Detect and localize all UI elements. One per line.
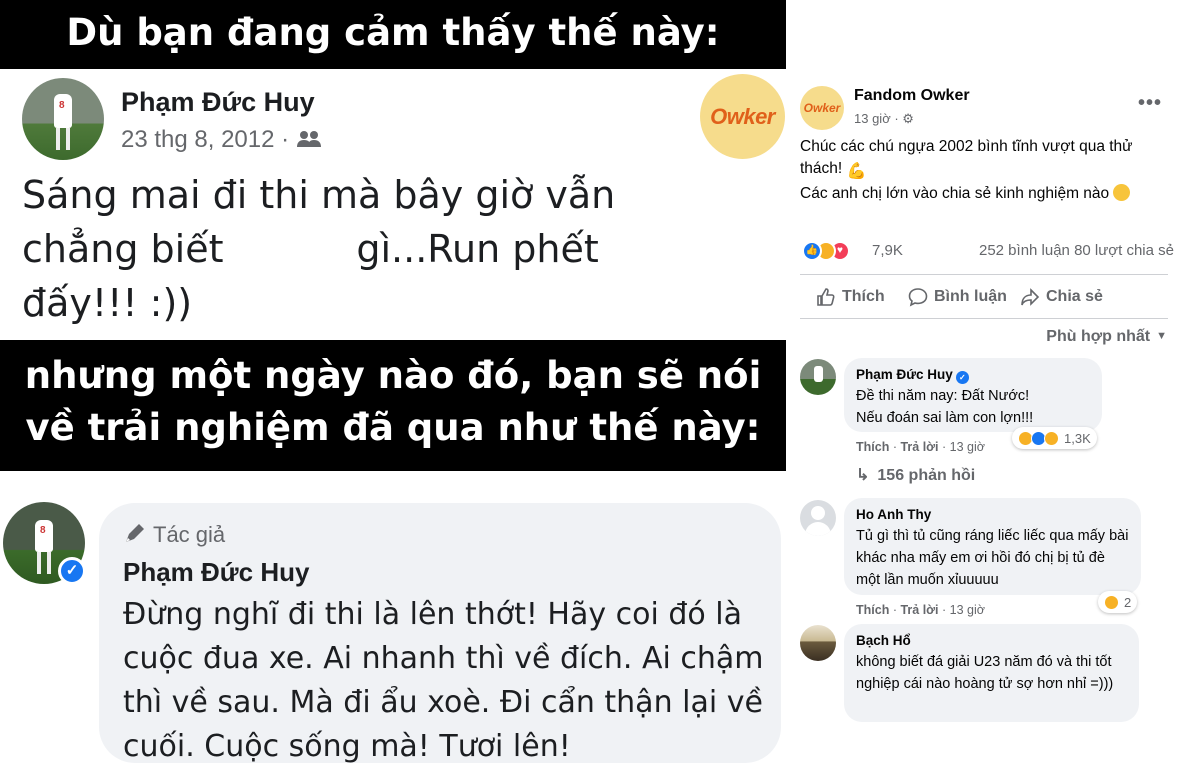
reply-author-name[interactable]: Phạm Đức Huy bbox=[123, 557, 309, 588]
flexed-biceps-emoji-icon: 💪 bbox=[846, 163, 867, 180]
gear-icon: ⚙ bbox=[902, 111, 914, 126]
like-button[interactable]: Thích bbox=[816, 287, 885, 307]
middle-banner: nhưng một ngày nào đó, bạn sẽ nói về trả… bbox=[0, 340, 786, 471]
comment-reply-link[interactable]: Trả lời bbox=[900, 603, 938, 617]
sad-reaction-icon bbox=[1044, 430, 1059, 446]
verified-badge-icon: ✓ bbox=[58, 557, 86, 585]
post-text: Chúc các chú ngựa 2002 bình tĩnh vượt qu… bbox=[800, 138, 1133, 202]
thumbs-up-icon bbox=[817, 288, 835, 306]
author-reply-section: 8 ✓ Tác giả Phạm Đức Huy Đừng nghĩ đi th… bbox=[0, 471, 786, 767]
comment-meta: Thích · Trả lời · 13 giờ bbox=[856, 603, 985, 617]
comment-like-link[interactable]: Thích bbox=[856, 440, 889, 454]
avatar[interactable] bbox=[800, 625, 836, 661]
like-reaction-icon: 👍 bbox=[802, 241, 822, 261]
reaction-count[interactable]: 7,9K bbox=[872, 242, 903, 259]
page-avatar[interactable]: Owker bbox=[800, 86, 844, 130]
avatar[interactable] bbox=[800, 500, 836, 536]
comment-author[interactable]: Bạch Hổ bbox=[856, 631, 1127, 651]
share-button[interactable]: Chia sẻ bbox=[1020, 287, 1103, 307]
middle-banner-line2: về trải nghiệm đã qua như thế này: bbox=[25, 406, 761, 449]
comment-reactions[interactable]: 2 bbox=[1098, 591, 1138, 613]
comment-text: Tủ gì thì tủ cũng ráng liếc liếc qua mấy… bbox=[856, 528, 1129, 588]
post-author-name[interactable]: Phạm Đức Huy bbox=[121, 87, 315, 118]
reaction-icons: 👍 ♥ bbox=[802, 241, 862, 261]
comment-button[interactable]: Bình luận bbox=[908, 287, 1007, 307]
comment-author[interactable]: Ho Anh Thy bbox=[856, 505, 1129, 525]
caret-down-icon: ▼ bbox=[1156, 330, 1167, 342]
avatar[interactable]: 8 bbox=[22, 78, 104, 160]
comment-reactions[interactable]: 1,3K bbox=[1012, 427, 1097, 449]
comment-text: không biết đá giải U23 năm đó và thi tốt… bbox=[856, 654, 1114, 692]
middle-banner-line1: nhưng một ngày nào đó, bạn sẽ nói bbox=[24, 354, 762, 397]
divider bbox=[800, 274, 1168, 275]
view-replies-link[interactable]: ↳ 156 phản hồi bbox=[856, 465, 975, 485]
comment-share-stats[interactable]: 252 bình luận 80 lượt chia sẻ bbox=[979, 242, 1174, 259]
owker-logo: Owker bbox=[700, 74, 785, 159]
post-meta: 23 thg 8, 2012 · bbox=[121, 126, 322, 155]
post-time: 13 giờ · ⚙ bbox=[854, 111, 914, 126]
comment-like-link[interactable]: Thích bbox=[856, 603, 889, 617]
comment-author[interactable]: Phạm Đức Huy ✓ bbox=[856, 365, 1090, 385]
old-post-card: 8 Phạm Đức Huy 23 thg 8, 2012 · Owker Sá… bbox=[0, 69, 786, 340]
avatar[interactable] bbox=[800, 359, 836, 395]
post-date[interactable]: 23 thg 8, 2012 · bbox=[121, 126, 289, 153]
top-banner: Dù bạn đang cảm thấy thế này: bbox=[0, 0, 786, 69]
comment-bubble: Bạch Hổ không biết đá giải U23 năm đó và… bbox=[844, 624, 1139, 722]
reply-text: Đừng nghĩ đi thi là lên thớt! Hãy coi đó… bbox=[123, 597, 764, 764]
facebook-post-panel: Owker Fandom Owker 13 giờ · ⚙ ••• Chúc c… bbox=[786, 0, 1187, 767]
comment-bubble: Ho Anh Thy Tủ gì thì tủ cũng ráng liếc l… bbox=[844, 498, 1141, 595]
post-body: Sáng mai đi thi mà bây giờ vẫn chẳng biế… bbox=[22, 173, 616, 325]
meme-panel: Dù bạn đang cảm thấy thế này: 8 Phạm Đức… bbox=[0, 0, 786, 767]
comment-reply-link[interactable]: Trả lời bbox=[900, 440, 938, 454]
friends-icon bbox=[296, 127, 322, 155]
comment-text-line: Đề thi năm nay: Đất Nước! bbox=[856, 388, 1030, 404]
divider bbox=[800, 318, 1168, 319]
comment-meta: Thích · Trả lời · 13 giờ bbox=[856, 440, 985, 454]
comment-text-line: Nếu đoán sai làm con lợn!!! bbox=[856, 410, 1034, 426]
page-name[interactable]: Fandom Owker bbox=[854, 87, 970, 105]
reply-arrow-icon: ↳ bbox=[856, 467, 870, 484]
comment-bubble: Phạm Đức Huy ✓ Đề thi năm nay: Đất Nước! … bbox=[844, 358, 1102, 432]
share-icon bbox=[1021, 288, 1040, 306]
more-options-button[interactable]: ••• bbox=[1138, 92, 1162, 115]
haha-reaction-icon bbox=[1104, 594, 1119, 610]
comment-time[interactable]: 13 giờ bbox=[950, 603, 985, 617]
comment-icon bbox=[908, 288, 928, 307]
author-tag: Tác giả bbox=[123, 521, 225, 548]
comment-time[interactable]: 13 giờ bbox=[950, 440, 985, 454]
comment-sort-dropdown[interactable]: Phù hợp nhất ▼ bbox=[1046, 328, 1167, 346]
reaction-summary[interactable]: 👍 ♥ 7,9K 252 bình luận 80 lượt chia sẻ bbox=[800, 239, 1174, 263]
pen-icon bbox=[126, 524, 144, 542]
reply-bubble: Tác giả Phạm Đức Huy Đừng nghĩ đi thi là… bbox=[99, 503, 781, 764]
wink-emoji-icon bbox=[1113, 184, 1131, 201]
post-actions: Thích Bình luận Chia sẻ bbox=[800, 281, 1168, 315]
verified-badge-icon: ✓ bbox=[955, 371, 969, 384]
